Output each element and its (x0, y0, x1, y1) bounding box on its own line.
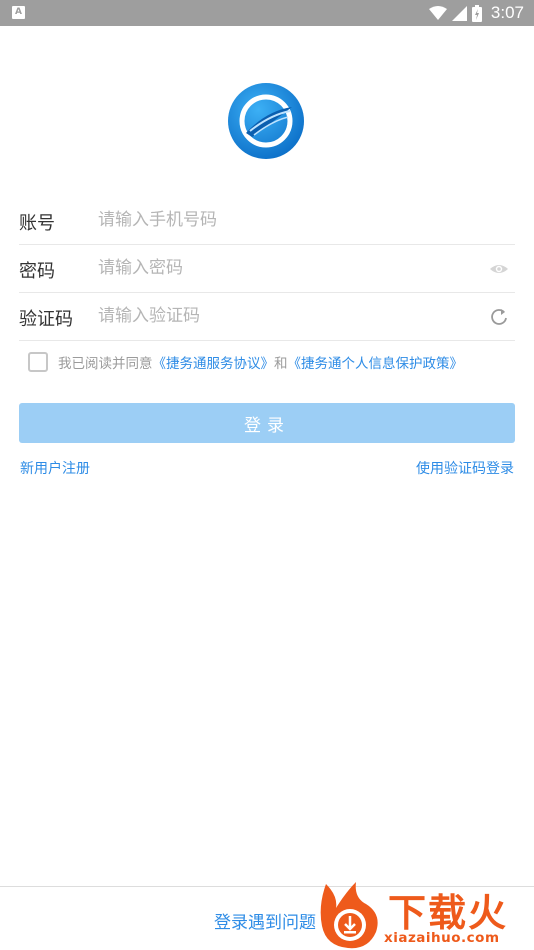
login-help-link[interactable]: 登录遇到问题 (214, 908, 316, 933)
agreement-prefix: 我已阅读并同意 (58, 356, 153, 372)
watermark-title: 下载火 (388, 891, 509, 935)
agreement-text: 我已阅读并同意《捷务通服务协议》和《捷务通个人信息保护政策》 (58, 352, 463, 372)
agreement-joiner: 和 (274, 356, 288, 372)
captcha-label: 验证码 (19, 309, 73, 330)
password-input[interactable] (98, 254, 478, 282)
eye-icon[interactable] (489, 259, 509, 279)
wifi-icon (428, 5, 447, 20)
agreement-row: 我已阅读并同意《捷务通服务协议》和《捷务通个人信息保护政策》 (28, 351, 463, 373)
account-input[interactable] (98, 206, 478, 234)
jiewutong-logo-icon (228, 83, 304, 159)
cell-signal-icon (451, 5, 467, 21)
captcha-row: 验证码 (19, 293, 515, 341)
captcha-input[interactable] (98, 302, 478, 330)
register-link[interactable]: 新用户注册 (20, 458, 90, 478)
watermark-url: xiazaihuo.com (384, 930, 500, 946)
password-row: 密码 (19, 245, 515, 293)
refresh-icon[interactable] (489, 307, 509, 327)
login-button[interactable]: 登录 (19, 403, 515, 443)
account-label: 账号 (19, 213, 55, 234)
privacy-policy-link[interactable]: 《捷务通个人信息保护政策》 (288, 356, 464, 372)
service-agreement-link[interactable]: 《捷务通服务协议》 (153, 356, 275, 372)
status-time: 3:07 (490, 3, 524, 22)
watermark: 下载火 xiazaihuo.com (312, 878, 534, 950)
battery-icon (471, 4, 482, 22)
status-bar: A 3:07 (0, 0, 534, 26)
account-row: 账号 (19, 197, 515, 245)
agreement-checkbox[interactable] (28, 352, 48, 372)
sms-login-link[interactable]: 使用验证码登录 (416, 458, 514, 478)
password-label: 密码 (19, 261, 55, 282)
status-icons: 3:07 (428, 0, 524, 26)
notification-app-icon: A (12, 6, 25, 19)
flame-logo-icon (320, 882, 378, 949)
